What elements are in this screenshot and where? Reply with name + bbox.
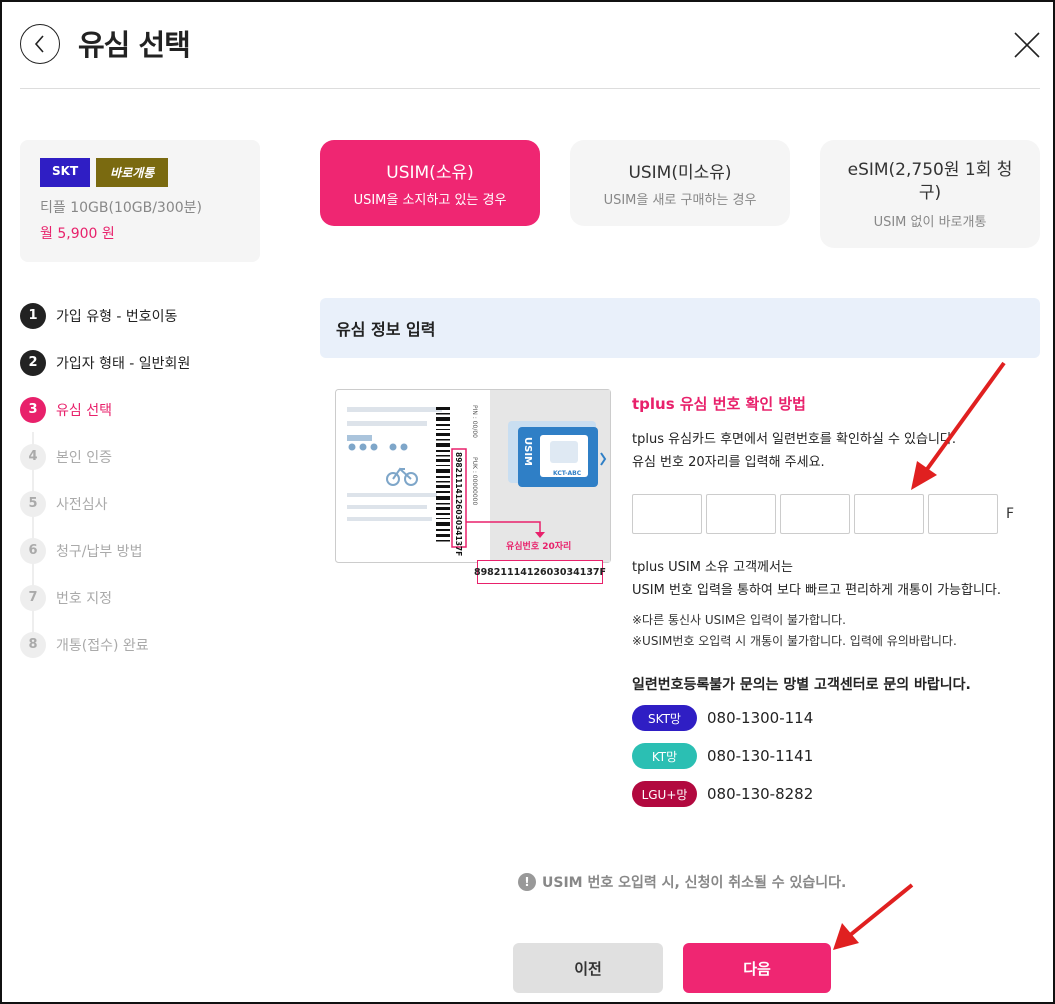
carrier-badge: SKT <box>40 158 91 187</box>
next-button[interactable]: 다음 <box>683 943 831 993</box>
sim-option-usim-owned[interactable]: USIM(소유) USIM을 소지하고 있는 경우 <box>320 140 540 226</box>
step-item-3: 3 유심 선택 <box>20 386 190 433</box>
step-list: 1 가입 유형 - 번호이동 2 가입자 형태 - 일반회원 3 유심 선택 4 본인 … <box>20 292 190 668</box>
contact-row-kt: KT망 080-130-1141 <box>632 743 813 769</box>
step-item-5: 5 사전심사 <box>20 480 190 527</box>
plan-summary-card: SKT 바로개통 티플 10GB(10GB/300분) 월 5,900 원 <box>20 140 260 262</box>
step-item-2: 2 가입자 형태 - 일반회원 <box>20 339 190 386</box>
back-button[interactable] <box>20 24 60 64</box>
phone-number-kt: 080-130-1141 <box>707 747 814 765</box>
svg-text:PIN : 00/00: PIN : 00/00 <box>471 405 478 438</box>
caution-note: ※다른 통신사 USIM은 입력이 불가합니다. ※USIM번호 오입력 시 개… <box>632 613 957 648</box>
step-item-4: 4 본인 인증 <box>20 433 190 480</box>
network-badge-kt: KT망 <box>632 743 697 769</box>
section-title: 유심 정보 입력 <box>320 298 1040 358</box>
prev-button[interactable]: 이전 <box>513 943 663 993</box>
page-title: 유심 선택 <box>78 28 191 62</box>
step-item-6: 6 청구/납부 방법 <box>20 527 190 574</box>
usim-number-input-1[interactable] <box>632 494 702 534</box>
sim-option-usim-new[interactable]: USIM(미소유) USIM을 새로 구매하는 경우 <box>570 140 790 226</box>
usim-number-input-3[interactable] <box>780 494 850 534</box>
step-item-7: 7 번호 지정 <box>20 574 190 621</box>
usim-number-input-2[interactable] <box>706 494 776 534</box>
guide-text: tplus 유심카드 후면에서 일련번호를 확인하실 수 있습니다. 유심 번호… <box>632 432 957 470</box>
usim-card-illustration: PIN : 00/00 PUK : 00000000 8982111412603… <box>335 389 611 563</box>
network-badge-skt: SKT망 <box>632 705 697 731</box>
step-item-1: 1 가입 유형 - 번호이동 <box>20 292 190 339</box>
plan-price: 월 5,900 원 <box>40 226 115 242</box>
svg-text:8982111412603034137F: 8982111412603034137F <box>454 452 463 556</box>
svg-text:KCT-ABC: KCT-ABC <box>553 470 582 477</box>
contact-title: 일련번호등록불가 문의는 망별 고객센터로 문의 바랍니다. <box>632 677 971 693</box>
chevron-left-icon <box>34 35 44 53</box>
usim-number-input-5[interactable] <box>928 494 998 534</box>
sim-option-esim[interactable]: eSIM(2,750원 1회 청구) USIM 없이 바로개통 <box>820 140 1040 248</box>
svg-text:유심번호 20자리: 유심번호 20자리 <box>506 540 571 552</box>
warning-message: ! USIM 번호 오입력 시, 신청이 취소될 수 있습니다. <box>518 872 846 892</box>
instant-open-badge: 바로개통 <box>96 158 169 187</box>
guide-title: tplus 유심 번호 확인 방법 <box>632 395 806 413</box>
phone-number-skt: 080-1300-114 <box>707 709 814 727</box>
svg-text:USIM: USIM <box>522 437 533 466</box>
close-button[interactable] <box>1012 30 1042 60</box>
phone-number-lgu: 080-130-8282 <box>707 785 814 803</box>
usim-number-input-4[interactable] <box>854 494 924 534</box>
close-icon <box>1014 32 1040 58</box>
step-item-8: 8 개통(접수) 완료 <box>20 621 190 668</box>
contact-row-lgu: LGU+망 080-130-8282 <box>632 781 813 807</box>
usim-number-inputs: F <box>632 494 1014 534</box>
network-badge-lgu: LGU+망 <box>632 781 697 807</box>
contact-row-skt: SKT망 080-1300-114 <box>632 705 813 731</box>
svg-text:PUK : 00000000: PUK : 00000000 <box>471 457 478 506</box>
serial-number-box: 8982111412603034137F <box>474 560 606 584</box>
plan-name: 티플 10GB(10GB/300분) <box>40 200 202 216</box>
exclamation-icon: ! <box>518 873 536 891</box>
owner-note: tplus USIM 소유 고객께서는 USIM 번호 입력을 통하여 보다 빠… <box>632 560 1002 598</box>
usim-number-suffix: F <box>1006 506 1015 522</box>
header-divider <box>20 88 1040 89</box>
